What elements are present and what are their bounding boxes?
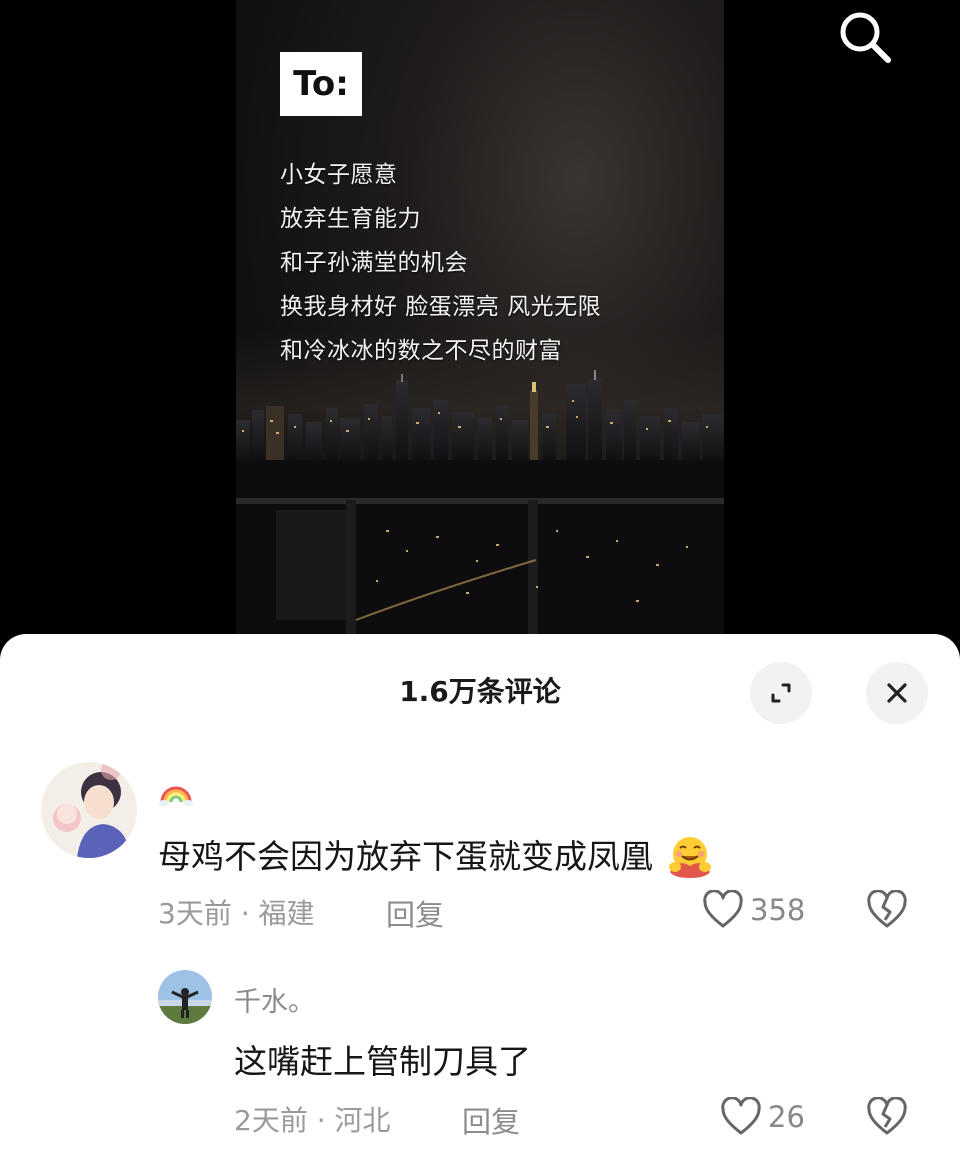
expand-icon (771, 683, 791, 703)
comments-sheet: 1.6万条评论 母鸡不会因为放弃下蛋就变成凤凰 3天前 · 福建 回复 358 … (0, 634, 960, 1168)
like-button[interactable]: 358 (702, 890, 805, 930)
video-area[interactable]: To: 小女子愿意 放弃生育能力 和子孙满堂的机会 换我身材好 脸蛋漂亮 风光无… (0, 0, 960, 640)
city-skyline-image (236, 370, 724, 640)
comment-time: 3天前 (158, 897, 232, 930)
comment-body: 这嘴赶上管制刀具了 (234, 1042, 531, 1081)
rainbow-emoji (159, 786, 193, 806)
username-emoji[interactable] (158, 772, 194, 808)
heart-outline-icon (721, 1097, 761, 1135)
like-count: 358 (750, 893, 806, 927)
comment-text: 母鸡不会因为放弃下蛋就变成凤凰 (158, 830, 714, 878)
comment-meta: 2天前 · 河北 (234, 1099, 391, 1139)
avatar[interactable] (158, 970, 212, 1024)
caption-line: 放弃生育能力 (280, 206, 421, 232)
like-count: 26 (768, 1100, 805, 1134)
reply-button[interactable]: 回复 (386, 892, 444, 934)
hugging-face-emoji (668, 836, 711, 878)
avatar-image (41, 762, 137, 858)
comment-location: 福建 (258, 897, 315, 930)
dislike-button[interactable] (866, 889, 908, 934)
reply-button[interactable]: 回复 (462, 1099, 520, 1141)
close-icon (887, 683, 907, 703)
caption-line: 和冷冰冰的数之不尽的财富 (280, 338, 562, 364)
caption-line: 换我身材好 脸蛋漂亮 风光无限 (280, 294, 602, 320)
meta-separator: · (316, 1104, 326, 1137)
username[interactable]: 千水。 (234, 980, 315, 1019)
meta-separator: · (240, 897, 250, 930)
heart-outline-icon (703, 890, 743, 928)
caption-line: 和子孙满堂的机会 (280, 250, 468, 276)
expand-button[interactable] (750, 662, 812, 724)
to-label: To: (280, 52, 362, 116)
comments-count-title: 1.6万条评论 (399, 675, 561, 708)
broken-heart-icon (867, 1096, 907, 1135)
like-button[interactable]: 26 (720, 1097, 805, 1137)
comment-time: 2天前 (234, 1104, 308, 1137)
avatar[interactable] (41, 762, 137, 858)
broken-heart-icon (867, 889, 907, 928)
close-button[interactable] (866, 662, 928, 724)
comment-meta: 3天前 · 福建 (158, 892, 315, 932)
dislike-button[interactable] (866, 1096, 908, 1141)
search-icon (840, 12, 891, 63)
avatar-image (158, 970, 212, 1024)
comment-location: 河北 (334, 1104, 391, 1137)
caption-line: 小女子愿意 (280, 162, 398, 188)
video-frame[interactable]: To: 小女子愿意 放弃生育能力 和子孙满堂的机会 换我身材好 脸蛋漂亮 风光无… (236, 0, 724, 640)
search-button[interactable] (832, 4, 896, 68)
comment-body: 母鸡不会因为放弃下蛋就变成凤凰 (158, 837, 653, 876)
